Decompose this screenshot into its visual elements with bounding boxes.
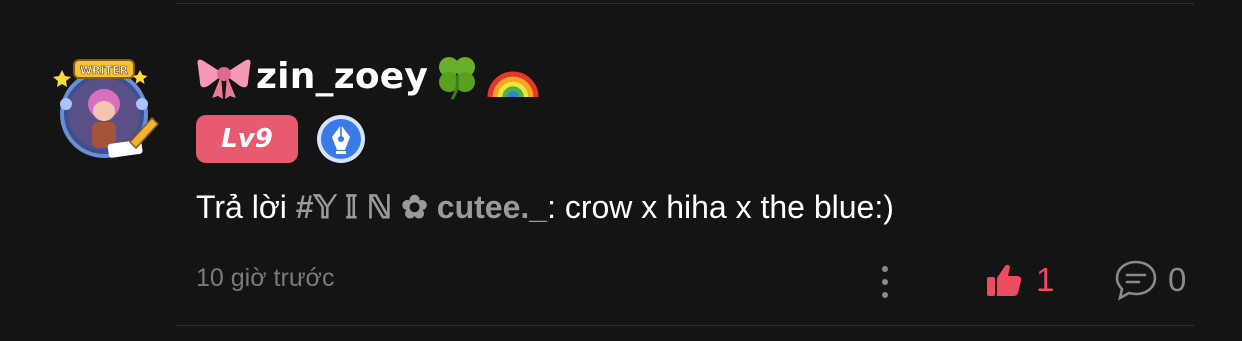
like-button[interactable]: 1 <box>984 258 1054 302</box>
comment-body: Trả lời #𝕐 𝕀 ℕ ✿ cutee._: crow x hiha x … <box>196 188 894 226</box>
thumbs-up-icon <box>987 264 1022 296</box>
rainbow-icon <box>487 71 539 98</box>
writer-pen-badge-icon[interactable] <box>316 114 366 164</box>
comment-count: 0 <box>1168 261 1187 298</box>
svg-text:WRITER: WRITER <box>80 64 129 77</box>
like-count: 1 <box>1036 261 1055 298</box>
reply-button[interactable]: 0 <box>1114 258 1186 302</box>
reply-prefix: Trả lời <box>196 189 287 225</box>
comment-bubble-icon <box>1115 260 1157 301</box>
username-row[interactable]: zin_zoey <box>196 48 540 104</box>
timestamp: 10 giờ trước <box>196 264 335 292</box>
bottom-divider <box>176 325 1194 326</box>
more-options-icon[interactable] <box>877 264 893 300</box>
badge-row: Lv9 <box>196 114 366 164</box>
username-text[interactable]: zin_zoey <box>256 56 428 97</box>
reply-mention-link[interactable]: #𝕐 𝕀 ℕ ✿ cutee._ <box>296 189 547 225</box>
level-badge[interactable]: Lv9 <box>196 115 298 163</box>
four-leaf-clover-icon <box>439 57 476 100</box>
avatar[interactable]: WRITER <box>44 56 164 166</box>
top-divider <box>176 3 1194 4</box>
reply-text: : crow x hiha x the blue:) <box>547 189 894 225</box>
writer-avatar-frame-icon: WRITER <box>53 59 160 158</box>
ribbon-bow-icon <box>197 59 251 99</box>
